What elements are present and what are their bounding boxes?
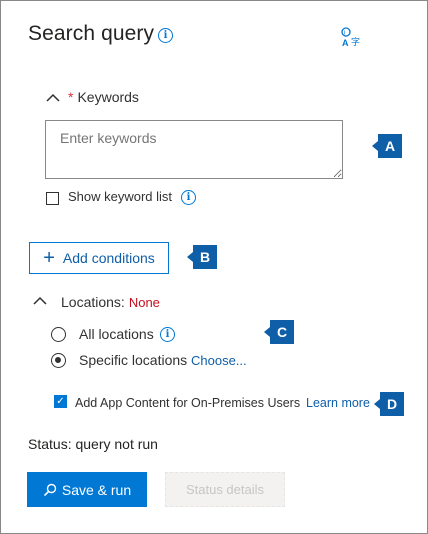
chevron-up-icon[interactable] bbox=[33, 296, 47, 306]
locations-header-label: Locations: bbox=[61, 294, 125, 310]
required-marker: * bbox=[68, 89, 74, 105]
svg-text:A: A bbox=[342, 38, 349, 48]
callout-d-badge: D bbox=[374, 392, 404, 416]
show-keyword-list-label: Show keyword list bbox=[68, 189, 173, 204]
add-conditions-label: Add conditions bbox=[62, 250, 155, 266]
app-content-checkbox[interactable]: ✓ bbox=[54, 395, 67, 408]
query-status: Status: query not run bbox=[28, 436, 158, 452]
specific-locations-label: Specific locations bbox=[79, 352, 188, 368]
all-locations-radio[interactable] bbox=[51, 327, 66, 342]
all-locations-info-icon[interactable]: i bbox=[160, 327, 175, 342]
status-details-button[interactable]: Status details bbox=[165, 472, 285, 507]
keywords-header: * Keywords bbox=[68, 89, 139, 105]
choose-locations-link[interactable]: Choose... bbox=[191, 353, 247, 368]
callout-c-badge: C bbox=[264, 320, 294, 344]
svg-text:字: 字 bbox=[351, 36, 360, 48]
save-and-run-label: Save & run bbox=[61, 481, 132, 498]
keywords-header-label: Keywords bbox=[77, 89, 139, 105]
title-info-icon[interactable]: i bbox=[158, 28, 173, 43]
app-content-label: Add App Content for On-Premises Users bbox=[75, 396, 301, 410]
locations-value: None bbox=[128, 295, 160, 310]
page-title: Search query bbox=[28, 22, 155, 45]
learn-more-link[interactable]: Learn more bbox=[306, 396, 370, 410]
callout-a-badge: A bbox=[372, 134, 402, 158]
plus-icon: + bbox=[43, 247, 55, 269]
save-and-run-button[interactable]: Save & run bbox=[27, 472, 147, 507]
chevron-up-icon[interactable] bbox=[46, 93, 60, 103]
show-keyword-list-checkbox[interactable] bbox=[46, 192, 59, 205]
keywords-input[interactable] bbox=[45, 120, 343, 179]
search-icon bbox=[43, 483, 57, 496]
locations-header: Locations: None bbox=[61, 294, 160, 310]
keyword-list-info-icon[interactable]: i bbox=[181, 190, 196, 205]
translate-icon[interactable]: i A 字 bbox=[340, 26, 362, 48]
svg-text:i: i bbox=[344, 31, 345, 37]
add-conditions-button[interactable]: + Add conditions bbox=[29, 242, 169, 274]
all-locations-label: All locations bbox=[79, 326, 154, 342]
callout-b-badge: B bbox=[187, 245, 217, 269]
specific-locations-radio[interactable] bbox=[51, 353, 66, 368]
